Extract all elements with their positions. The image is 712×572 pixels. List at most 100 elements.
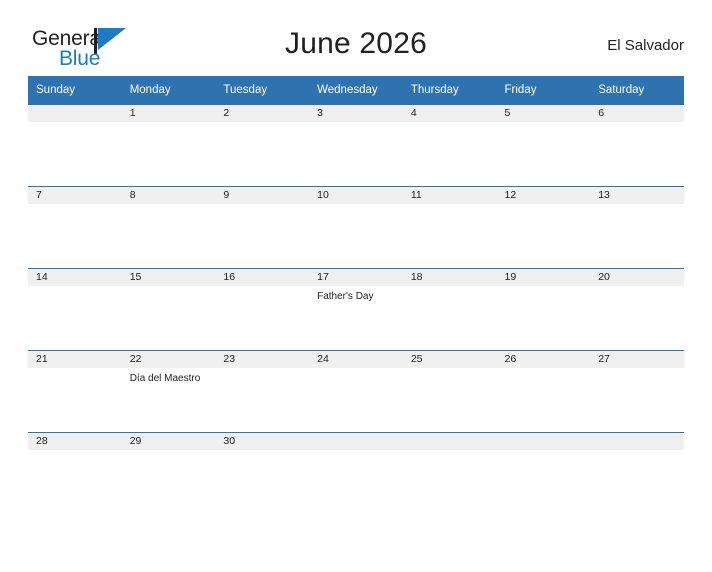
day-number: 3 (309, 105, 403, 122)
day-number: 30 (215, 433, 310, 450)
calendar-day-cell[interactable]: 1 (121, 104, 216, 187)
calendar-day-cell[interactable]: 10 (309, 186, 403, 269)
calendar-day-cell[interactable]: 25 (402, 350, 497, 433)
day-cell-content: 28 (28, 433, 122, 514)
calendar-day-cell[interactable]: 19 (496, 268, 591, 351)
holiday-label: Día del Maestro (129, 373, 201, 384)
calendar-week-row: 28 29 30 (28, 432, 684, 514)
day-cell-content: 10 (309, 187, 403, 268)
calendar-week-row: 14 15 16 17 Father's Day 18 19 20 (28, 268, 684, 351)
calendar-day-cell[interactable]: 2 (215, 104, 310, 187)
day-events: Father's Day (309, 286, 403, 303)
calendar-day-cell[interactable]: 21 (28, 350, 122, 433)
calendar-day-cell[interactable]: 23 (215, 350, 310, 433)
calendar-header-row: Sunday Monday Tuesday Wednesday Thursday… (28, 76, 684, 105)
day-number: 2 (215, 105, 310, 122)
day-cell-content: 27 (590, 351, 684, 432)
day-number: 29 (121, 433, 216, 450)
calendar-day-cell[interactable] (402, 432, 497, 514)
calendar-day-cell[interactable]: 30 (215, 432, 310, 514)
weekday-header-wednesday: Wednesday (309, 76, 403, 105)
day-cell-content: 12 (496, 187, 591, 268)
day-number: 23 (215, 351, 310, 368)
calendar-day-cell[interactable]: 16 (215, 268, 310, 351)
day-number: 5 (496, 105, 591, 122)
calendar-day-cell[interactable]: 8 (121, 186, 216, 269)
day-cell-content: 5 (496, 105, 591, 186)
day-cell-content: 25 (402, 351, 497, 432)
calendar-day-cell[interactable] (28, 104, 122, 187)
weekday-header-saturday: Saturday (590, 76, 684, 105)
day-number: 19 (496, 269, 591, 286)
day-cell-content: 4 (402, 105, 497, 186)
calendar-day-cell[interactable]: 14 (28, 268, 122, 351)
calendar-day-cell[interactable]: 20 (590, 268, 684, 351)
day-number: 24 (309, 351, 403, 368)
day-number: 4 (402, 105, 497, 122)
calendar-day-cell[interactable]: 26 (496, 350, 591, 433)
day-cell-content: 14 (28, 269, 122, 350)
weekday-header-sunday: Sunday (28, 76, 122, 105)
day-cell-content: 18 (402, 269, 497, 350)
day-cell-content: 6 (590, 105, 684, 186)
calendar-page: General Blue June 2026 El Salvador Sunda… (0, 22, 712, 572)
day-cell-content: 19 (496, 269, 591, 350)
calendar-day-cell[interactable]: 17 Father's Day (309, 268, 403, 351)
calendar-day-cell[interactable] (590, 432, 684, 514)
weekday-header-tuesday: Tuesday (215, 76, 310, 105)
calendar-day-cell[interactable]: 18 (402, 268, 497, 351)
day-cell-content: 22 Día del Maestro (121, 351, 216, 432)
calendar-day-cell[interactable]: 4 (402, 104, 497, 187)
day-number: 7 (28, 187, 122, 204)
calendar-day-cell[interactable]: 24 (309, 350, 403, 433)
calendar-day-cell[interactable]: 12 (496, 186, 591, 269)
day-number: 16 (215, 269, 310, 286)
day-cell-content: 21 (28, 351, 122, 432)
calendar-week-row: 7 8 9 10 11 12 13 (28, 186, 684, 269)
day-cell-content: 20 (590, 269, 684, 350)
calendar-day-cell[interactable]: 11 (402, 186, 497, 269)
calendar-week-row: 123456 (28, 104, 684, 187)
calendar-day-cell[interactable]: 9 (215, 186, 310, 269)
day-cell-content (309, 433, 403, 514)
day-cell-content: 8 (121, 187, 216, 268)
calendar-day-cell[interactable]: 7 (28, 186, 122, 269)
calendar-day-cell[interactable] (309, 432, 403, 514)
day-number: 26 (496, 351, 591, 368)
day-events: Día del Maestro (122, 368, 216, 385)
day-number: 14 (28, 269, 122, 286)
calendar-day-cell[interactable]: 27 (590, 350, 684, 433)
day-number (590, 433, 684, 450)
weekday-header-friday: Friday (496, 76, 591, 105)
calendar-day-cell[interactable]: 29 (121, 432, 216, 514)
day-number: 13 (590, 187, 684, 204)
calendar-day-cell[interactable]: 6 (590, 104, 684, 187)
day-cell-content: 2 (215, 105, 310, 186)
country-label: El Salvador (607, 37, 684, 54)
calendar-day-cell[interactable]: 28 (28, 432, 122, 514)
day-cell-content: 11 (402, 187, 497, 268)
day-number: 22 (121, 351, 216, 368)
calendar-week-row: 21 22 Día del Maestro 23 24 25 26 27 (28, 350, 684, 433)
day-cell-content: 9 (215, 187, 310, 268)
calendar-day-cell[interactable]: 5 (496, 104, 591, 187)
calendar-day-cell[interactable] (496, 432, 591, 514)
day-cell-content: 16 (215, 269, 310, 350)
day-cell-content (590, 433, 684, 514)
day-cell-content: 3 (309, 105, 403, 186)
holiday-label: Father's Day (317, 291, 374, 302)
day-cell-content: 30 (215, 433, 310, 514)
day-number (28, 105, 122, 122)
weekday-header-thursday: Thursday (402, 76, 497, 105)
day-cell-content: 23 (215, 351, 310, 432)
calendar-day-cell[interactable]: 15 (121, 268, 216, 351)
day-number: 18 (402, 269, 497, 286)
day-cell-content: 17 Father's Day (309, 269, 403, 350)
day-number: 21 (28, 351, 122, 368)
calendar-day-cell[interactable]: 13 (590, 186, 684, 269)
day-number: 28 (28, 433, 122, 450)
day-cell-content: 1 (121, 105, 216, 186)
calendar-day-cell[interactable]: 3 (309, 104, 403, 187)
day-number: 6 (590, 105, 684, 122)
calendar-day-cell[interactable]: 22 Día del Maestro (121, 350, 216, 433)
